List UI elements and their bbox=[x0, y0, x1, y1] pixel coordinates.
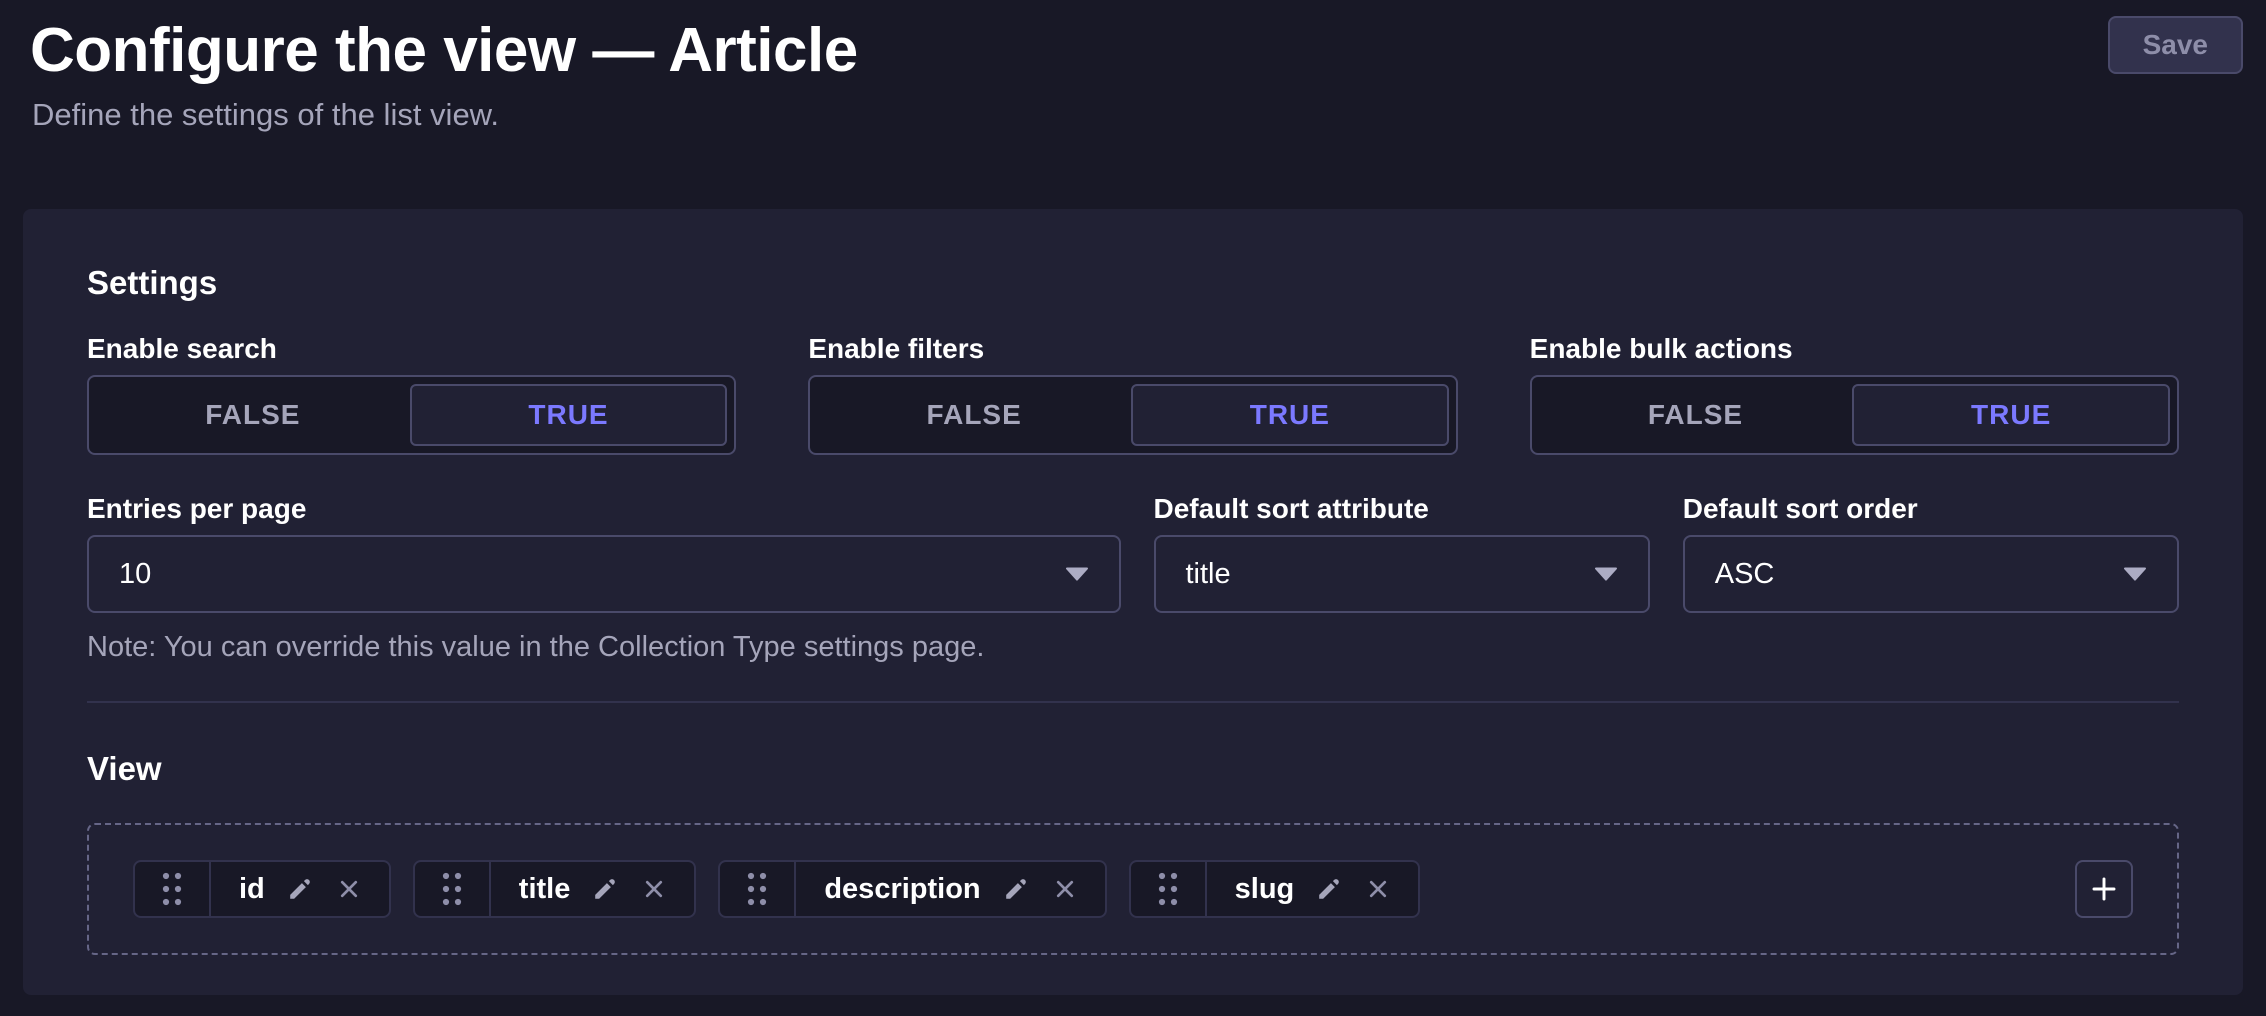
remove-field-button[interactable] bbox=[640, 875, 668, 903]
remove-field-button[interactable] bbox=[335, 875, 363, 903]
settings-heading: Settings bbox=[87, 263, 2179, 303]
field-chip-label: description bbox=[824, 873, 980, 906]
drag-handle[interactable] bbox=[415, 862, 491, 916]
field-chip-label: slug bbox=[1235, 873, 1295, 906]
drag-dots-icon bbox=[744, 869, 770, 909]
pencil-icon bbox=[1002, 875, 1030, 903]
page-header: Configure the view — Article Define the … bbox=[0, 0, 2266, 133]
chip-body: description bbox=[796, 862, 1104, 916]
chevron-down-icon bbox=[2123, 567, 2147, 581]
edit-field-button[interactable] bbox=[591, 875, 619, 903]
settings-card: Settings Enable search FALSE TRUE Enable… bbox=[23, 209, 2243, 995]
field-chip-title[interactable]: title bbox=[413, 860, 697, 918]
chip-body: slug bbox=[1207, 862, 1419, 916]
edit-field-button[interactable] bbox=[286, 875, 314, 903]
default-sort-order-select[interactable]: ASC bbox=[1683, 535, 2179, 613]
chevron-down-icon bbox=[1594, 567, 1618, 581]
chip-body: id bbox=[211, 862, 389, 916]
edit-field-button[interactable] bbox=[1315, 875, 1343, 903]
enable-search-false-option[interactable]: FALSE bbox=[96, 384, 410, 446]
enable-bulk-actions-toggle: FALSE TRUE bbox=[1530, 375, 2179, 455]
drag-dots-icon bbox=[159, 869, 185, 909]
default-sort-order-value: ASC bbox=[1715, 558, 2123, 591]
entries-per-page-label: Entries per page bbox=[87, 493, 1121, 525]
drag-handle[interactable] bbox=[720, 862, 796, 916]
entries-per-page-value: 10 bbox=[119, 558, 1065, 591]
enable-bulk-actions-false-option[interactable]: FALSE bbox=[1539, 384, 1853, 446]
default-sort-attribute-field: Default sort attribute title bbox=[1154, 493, 1650, 613]
enable-search-true-option[interactable]: TRUE bbox=[410, 384, 728, 446]
field-chip-slug[interactable]: slug bbox=[1129, 860, 1421, 918]
remove-field-button[interactable] bbox=[1364, 875, 1392, 903]
section-divider bbox=[87, 701, 2179, 703]
drag-handle[interactable] bbox=[135, 862, 211, 916]
enable-bulk-actions-true-option[interactable]: TRUE bbox=[1852, 384, 2170, 446]
enable-search-field: Enable search FALSE TRUE bbox=[87, 333, 736, 455]
drag-dots-icon bbox=[439, 869, 465, 909]
remove-field-button[interactable] bbox=[1051, 875, 1079, 903]
enable-search-toggle: FALSE TRUE bbox=[87, 375, 736, 455]
pencil-icon bbox=[286, 875, 314, 903]
close-icon bbox=[1364, 875, 1392, 903]
field-chip-description[interactable]: description bbox=[718, 860, 1106, 918]
default-sort-attribute-label: Default sort attribute bbox=[1154, 493, 1650, 525]
add-field-button[interactable] bbox=[2075, 860, 2133, 918]
toggles-row: Enable search FALSE TRUE Enable filters … bbox=[87, 333, 2179, 455]
chip-body: title bbox=[491, 862, 695, 916]
enable-filters-toggle: FALSE TRUE bbox=[808, 375, 1457, 455]
entries-per-page-field: Entries per page 10 Note: You can overri… bbox=[87, 493, 1121, 665]
drag-dots-icon bbox=[1155, 869, 1181, 909]
enable-filters-label: Enable filters bbox=[808, 333, 1457, 365]
enable-bulk-actions-field: Enable bulk actions FALSE TRUE bbox=[1530, 333, 2179, 455]
pencil-icon bbox=[1315, 875, 1343, 903]
enable-filters-false-option[interactable]: FALSE bbox=[817, 384, 1131, 446]
plus-icon bbox=[2088, 873, 2120, 905]
chevron-down-icon bbox=[1065, 567, 1089, 581]
field-chip-label: id bbox=[239, 873, 265, 906]
field-chip-label: title bbox=[519, 873, 571, 906]
configure-view-page: Configure the view — Article Define the … bbox=[0, 0, 2266, 995]
default-sort-order-field: Default sort order ASC bbox=[1683, 493, 2179, 613]
view-heading: View bbox=[87, 749, 2179, 789]
selects-row: Entries per page 10 Note: You can overri… bbox=[87, 493, 2179, 665]
save-button[interactable]: Save bbox=[2108, 16, 2243, 74]
field-chip-id[interactable]: id bbox=[133, 860, 391, 918]
enable-search-label: Enable search bbox=[87, 333, 736, 365]
drag-handle[interactable] bbox=[1131, 862, 1207, 916]
close-icon bbox=[1051, 875, 1079, 903]
default-sort-attribute-value: title bbox=[1186, 558, 1594, 591]
default-sort-attribute-select[interactable]: title bbox=[1154, 535, 1650, 613]
page-subtitle: Define the settings of the list view. bbox=[32, 97, 2243, 133]
entries-per-page-select[interactable]: 10 bbox=[87, 535, 1121, 613]
close-icon bbox=[335, 875, 363, 903]
enable-bulk-actions-label: Enable bulk actions bbox=[1530, 333, 2179, 365]
pencil-icon bbox=[591, 875, 619, 903]
enable-filters-field: Enable filters FALSE TRUE bbox=[808, 333, 1457, 455]
entries-per-page-note: Note: You can override this value in the… bbox=[87, 629, 1121, 665]
page-title: Configure the view — Article bbox=[30, 14, 2243, 87]
default-sort-order-label: Default sort order bbox=[1683, 493, 2179, 525]
enable-filters-true-option[interactable]: TRUE bbox=[1131, 384, 1449, 446]
edit-field-button[interactable] bbox=[1002, 875, 1030, 903]
close-icon bbox=[640, 875, 668, 903]
displayed-fields-dropzone: id title bbox=[87, 823, 2179, 955]
